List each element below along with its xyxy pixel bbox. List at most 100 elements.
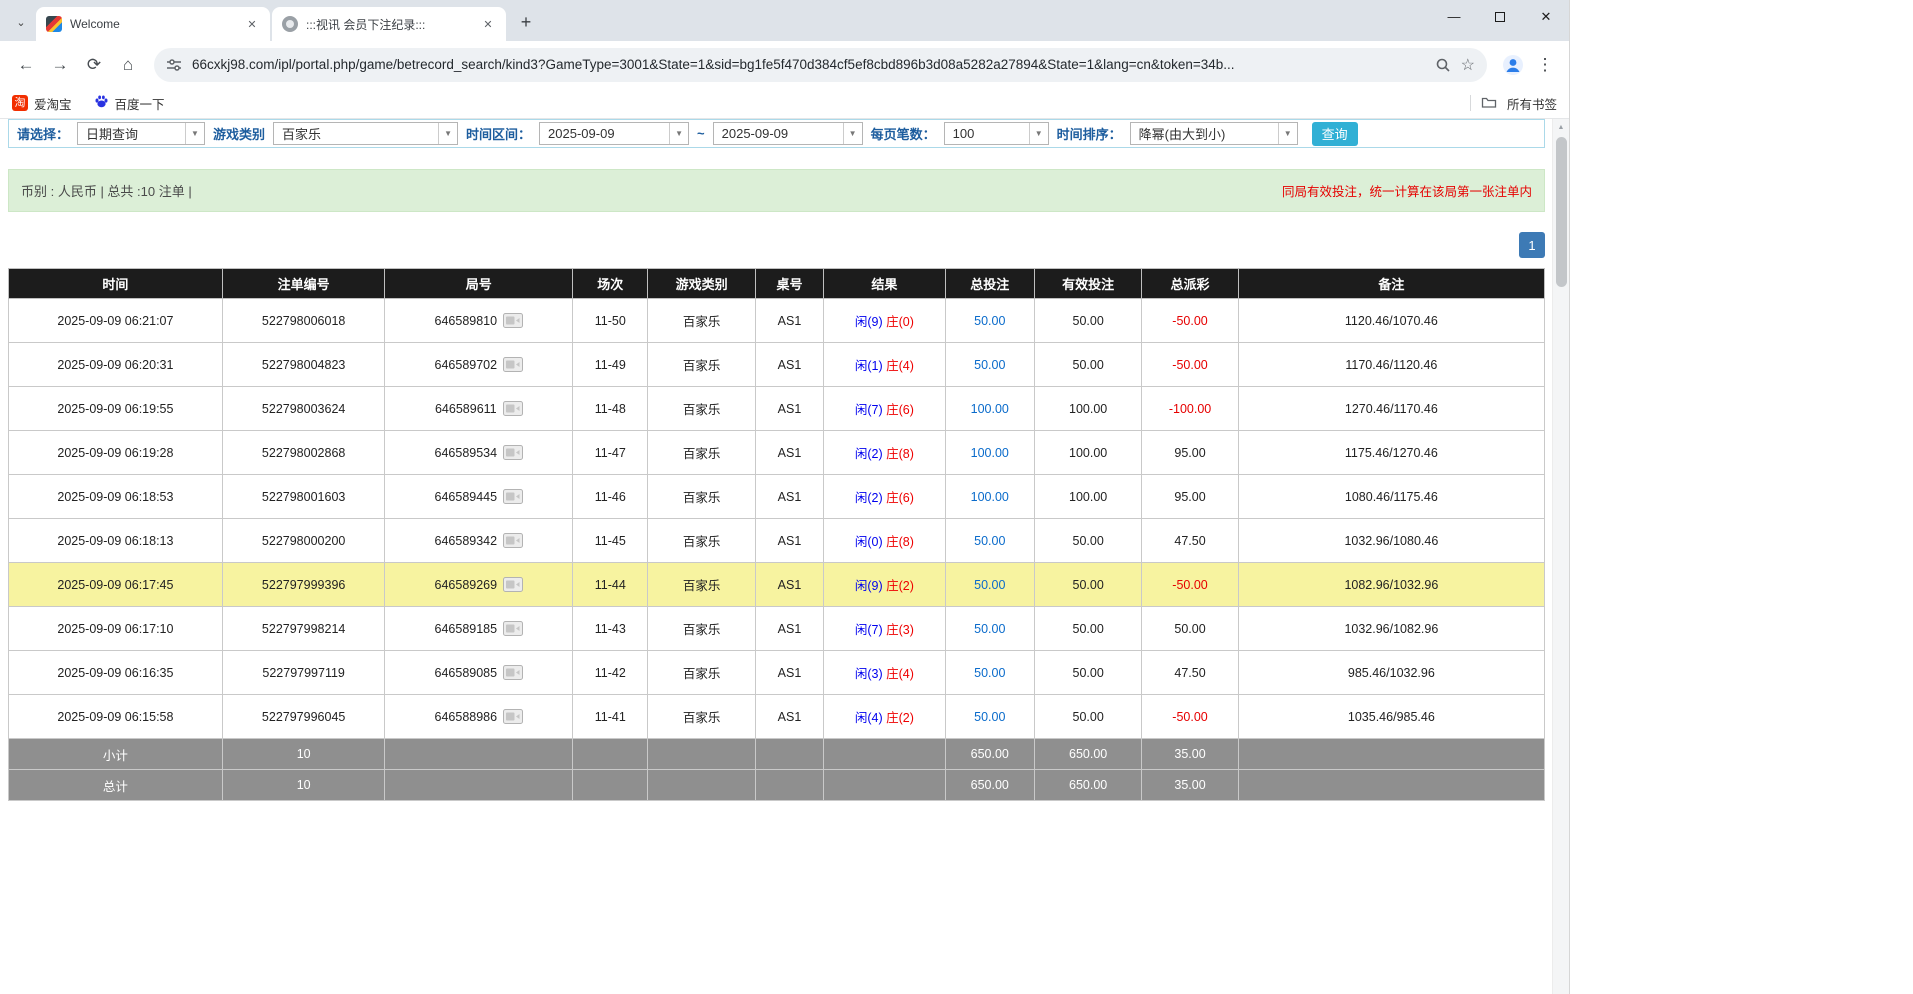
query-mode-select[interactable]: 日期查询 ▼ (77, 122, 205, 145)
url-text[interactable]: 66cxkj98.com/ipl/portal.php/game/betreco… (192, 57, 1425, 72)
mode-label: 请选择： (17, 124, 69, 143)
cell-total-bet[interactable]: 50.00 (945, 695, 1034, 739)
new-tab-button[interactable]: + (512, 8, 540, 36)
cell-round-id: 646589810 (385, 299, 573, 343)
cell-table-no: AS1 (755, 651, 823, 695)
cell-bet-id: 522797998214 (222, 607, 385, 651)
back-button[interactable]: ← (10, 49, 42, 81)
table-row: 2025-09-09 06:21:07522798006018646589810… (9, 299, 1545, 343)
cell-session: 11-46 (573, 475, 648, 519)
cell-remark: 985.46/1032.96 (1238, 651, 1544, 695)
video-replay-icon[interactable] (503, 313, 523, 328)
close-window-button[interactable]: ✕ (1523, 0, 1569, 33)
tab-close-icon[interactable]: ✕ (244, 16, 260, 32)
all-bookmarks[interactable]: 所有书签 (1470, 94, 1557, 113)
game-type-select[interactable]: 百家乐 ▼ (273, 122, 458, 145)
video-replay-icon[interactable] (503, 709, 523, 724)
cell-total-bet[interactable]: 100.00 (945, 475, 1034, 519)
cell-round-id: 646589269 (385, 563, 573, 607)
cell-result: 闲(3) 庄(4) (824, 651, 945, 695)
cell-table-no: AS1 (755, 519, 823, 563)
url-bar[interactable]: 66cxkj98.com/ipl/portal.php/game/betreco… (154, 48, 1487, 82)
page-size-select[interactable]: 100 ▼ (944, 122, 1049, 145)
cell-total-bet[interactable]: 50.00 (945, 519, 1034, 563)
video-replay-icon[interactable] (503, 621, 523, 636)
video-replay-icon[interactable] (503, 401, 523, 416)
bookmark-star-icon[interactable]: ☆ (1461, 55, 1475, 75)
refresh-icon: ⟳ (87, 55, 101, 75)
maximize-button[interactable] (1477, 0, 1523, 33)
cell-table-no: AS1 (755, 607, 823, 651)
chevron-down-icon: ▼ (1278, 123, 1297, 144)
search-button[interactable]: 查询 (1312, 122, 1358, 146)
video-replay-icon[interactable] (503, 357, 523, 372)
profile-avatar[interactable] (1497, 49, 1529, 81)
tab-bet-record[interactable]: :::视讯 会员下注纪录::: ✕ (272, 7, 506, 41)
cell-session: 11-50 (573, 299, 648, 343)
cell-total-bet[interactable]: 50.00 (945, 299, 1034, 343)
cell-total-bet[interactable]: 100.00 (945, 431, 1034, 475)
valid-bet-notice: 同局有效投注，统一计算在该局第一张注单内 (1282, 181, 1532, 200)
bookmark-baidu[interactable]: 百度一下 (94, 94, 165, 113)
cell-result: 闲(1) 庄(4) (824, 343, 945, 387)
person-icon (1502, 54, 1524, 76)
cell-session: 11-48 (573, 387, 648, 431)
lens-search-icon[interactable] (1435, 57, 1451, 73)
table-row: 2025-09-09 06:17:45522797999396646589269… (9, 563, 1545, 607)
cell-remark: 1032.96/1080.46 (1238, 519, 1544, 563)
cell-time: 2025-09-09 06:19:55 (9, 387, 223, 431)
cell-game-type: 百家乐 (648, 563, 755, 607)
cell-valid-bet: 50.00 (1034, 651, 1141, 695)
table-row: 2025-09-09 06:18:53522798001603646589445… (9, 475, 1545, 519)
video-replay-icon[interactable] (503, 489, 523, 504)
cell-total-bet[interactable]: 50.00 (945, 563, 1034, 607)
cell-total-bet[interactable]: 50.00 (945, 651, 1034, 695)
cell-session: 11-41 (573, 695, 648, 739)
minimize-button[interactable]: — (1431, 0, 1477, 33)
cell-game-type: 百家乐 (648, 519, 755, 563)
scrollbar-thumb[interactable] (1556, 137, 1567, 287)
cell-valid-bet: 50.00 (1034, 519, 1141, 563)
cell-total-bet[interactable]: 50.00 (945, 607, 1034, 651)
browser-menu-button[interactable]: ⋮ (1531, 55, 1559, 75)
refresh-button[interactable]: ⟳ (78, 49, 110, 81)
cell-time: 2025-09-09 06:16:35 (9, 651, 223, 695)
bookmark-aitaobao[interactable]: 淘 爱淘宝 (12, 94, 72, 113)
site-settings-icon[interactable] (166, 57, 182, 73)
baidu-paw-icon (94, 94, 109, 112)
tab-strip: ⌄ Welcome ✕ :::视讯 会员下注纪录::: ✕ + — ✕ (0, 0, 1569, 41)
cell-result: 闲(0) 庄(8) (824, 519, 945, 563)
page-button-1[interactable]: 1 (1519, 232, 1545, 258)
game-type-label: 游戏类别 (213, 124, 265, 143)
cell-round-id: 646589702 (385, 343, 573, 387)
footer-cell (1238, 739, 1544, 770)
sort-order-select[interactable]: 降幂(由大到小) ▼ (1130, 122, 1298, 145)
column-header: 局号 (385, 269, 573, 299)
video-replay-icon[interactable] (503, 577, 523, 592)
footer-cell: 650.00 (945, 770, 1034, 801)
cell-total-bet[interactable]: 100.00 (945, 387, 1034, 431)
footer-cell (755, 739, 823, 770)
tab-close-icon[interactable]: ✕ (480, 16, 496, 32)
cell-round-id: 646589611 (385, 387, 573, 431)
table-row: 2025-09-09 06:19:28522798002868646589534… (9, 431, 1545, 475)
date-to-select[interactable]: 2025-09-09 ▼ (713, 122, 863, 145)
forward-button[interactable]: → (44, 49, 76, 81)
tab-welcome[interactable]: Welcome ✕ (36, 7, 270, 41)
date-from-value: 2025-09-09 (540, 123, 669, 144)
cell-total-bet[interactable]: 50.00 (945, 343, 1034, 387)
bet-record-table: 时间注单编号局号场次游戏类别桌号结果总投注有效投注总派彩备注 2025-09-0… (8, 268, 1545, 801)
video-replay-icon[interactable] (503, 445, 523, 460)
cell-table-no: AS1 (755, 475, 823, 519)
vertical-scrollbar[interactable]: ▲ (1552, 119, 1569, 994)
table-row: 2025-09-09 06:19:55522798003624646589611… (9, 387, 1545, 431)
chevron-down-icon: ▼ (185, 123, 204, 144)
date-from-select[interactable]: 2025-09-09 ▼ (539, 122, 689, 145)
tab-search-button[interactable]: ⌄ (8, 9, 34, 35)
cell-result: 闲(4) 庄(2) (824, 695, 945, 739)
video-replay-icon[interactable] (503, 533, 523, 548)
video-replay-icon[interactable] (503, 665, 523, 680)
scroll-up-arrow[interactable]: ▲ (1553, 119, 1569, 135)
home-button[interactable]: ⌂ (112, 49, 144, 81)
cell-payout: 47.50 (1142, 651, 1238, 695)
